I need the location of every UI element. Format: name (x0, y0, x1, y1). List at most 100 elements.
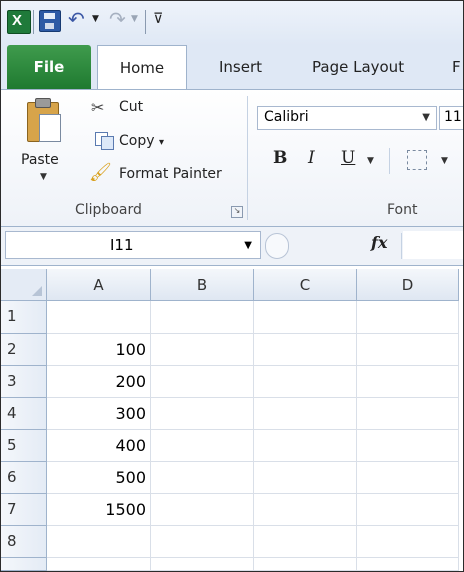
paste-dropdown-icon[interactable]: ▼ (40, 172, 47, 182)
cell-c2[interactable] (254, 334, 357, 366)
tab-page-layout[interactable]: Page Layout (312, 45, 404, 89)
column-header[interactable]: B (151, 269, 254, 301)
underline-dropdown-icon[interactable]: ▼ (367, 156, 374, 166)
cell-d8[interactable] (357, 526, 459, 558)
tab-formulas[interactable]: F (452, 45, 461, 89)
cell-a9[interactable] (47, 558, 151, 571)
cell-a5[interactable]: 400 (47, 430, 151, 462)
ribbon-home: Paste ▼ ✂ Cut Copy ▾ 🖌 Format Painter Cl… (1, 89, 463, 227)
underline-button[interactable]: U (341, 148, 355, 168)
cell-c1[interactable] (254, 301, 357, 334)
font-name-select[interactable]: Calibri ▼ (257, 106, 437, 130)
row-header[interactable]: 7 (1, 494, 47, 526)
excel-icon[interactable] (7, 10, 31, 34)
copy-icon[interactable] (95, 132, 114, 150)
cell-d7[interactable] (357, 494, 459, 526)
cell-c7[interactable] (254, 494, 357, 526)
cell-b5[interactable] (151, 430, 254, 462)
cell-c5[interactable] (254, 430, 357, 462)
borders-dropdown-icon[interactable]: ▼ (441, 156, 448, 166)
cell-d2[interactable] (357, 334, 459, 366)
undo-icon[interactable]: ↶ (68, 7, 85, 31)
cell-b1[interactable] (151, 301, 254, 334)
clipboard-dialog-launcher-icon[interactable]: ↘ (231, 206, 243, 218)
row-header[interactable]: 8 (1, 526, 47, 558)
row-header[interactable]: 1 (1, 301, 47, 334)
qat-separator (145, 10, 146, 34)
worksheet-grid: A B C D 1 2 3 4 5 6 7 8 100 200 300 400 … (1, 269, 463, 571)
font-size-select[interactable]: 11 (439, 106, 463, 130)
insert-function-icon[interactable]: fx (371, 233, 387, 252)
row-header[interactable]: 6 (1, 462, 47, 494)
bold-button[interactable]: B (273, 148, 287, 168)
row-header[interactable]: 4 (1, 398, 47, 430)
cell-b3[interactable] (151, 366, 254, 398)
cell-d6[interactable] (357, 462, 459, 494)
cell-b4[interactable] (151, 398, 254, 430)
cell-c8[interactable] (254, 526, 357, 558)
row-header[interactable]: 2 (1, 334, 47, 366)
copy-button[interactable]: Copy ▾ (119, 133, 164, 149)
cell-d4[interactable] (357, 398, 459, 430)
cut-icon[interactable]: ✂ (91, 98, 109, 117)
paste-button[interactable]: Paste (21, 152, 59, 168)
customize-qat-icon[interactable]: ⊽ (153, 11, 163, 27)
name-box[interactable]: I11 ▼ (5, 231, 261, 259)
ribbon-group-separator (247, 96, 248, 220)
cell-a3[interactable]: 200 (47, 366, 151, 398)
cell-a8[interactable] (47, 526, 151, 558)
tab-insert[interactable]: Insert (219, 45, 262, 89)
font-size-value: 11 (444, 109, 462, 125)
cell-b9[interactable] (151, 558, 254, 571)
format-painter-icon[interactable]: 🖌 (89, 162, 112, 183)
cell-b2[interactable] (151, 334, 254, 366)
cell-a2[interactable]: 100 (47, 334, 151, 366)
format-painter-button[interactable]: Format Painter (119, 166, 222, 182)
tab-home[interactable]: Home (97, 45, 187, 89)
tab-file[interactable]: File (7, 45, 91, 89)
redo-icon[interactable]: ↷ (109, 7, 126, 31)
cell-d9[interactable] (357, 558, 459, 571)
redo-dropdown-icon[interactable]: ▼ (131, 14, 138, 24)
column-header[interactable]: C (254, 269, 357, 301)
select-all-button[interactable] (1, 269, 47, 301)
formula-bar: I11 ▼ fx (1, 227, 463, 266)
font-separator (389, 148, 390, 174)
cell-a4[interactable]: 300 (47, 398, 151, 430)
cell-c3[interactable] (254, 366, 357, 398)
undo-dropdown-icon[interactable]: ▼ (92, 14, 99, 24)
row-header[interactable] (1, 558, 47, 571)
cell-d3[interactable] (357, 366, 459, 398)
cell-c9[interactable] (254, 558, 357, 571)
cell-a6[interactable]: 500 (47, 462, 151, 494)
cell-b7[interactable] (151, 494, 254, 526)
font-name-dropdown-icon[interactable]: ▼ (422, 112, 430, 123)
paste-sheet-icon (39, 114, 61, 142)
row-header[interactable]: 3 (1, 366, 47, 398)
borders-icon[interactable] (407, 150, 427, 170)
italic-button[interactable]: I (308, 148, 315, 168)
copy-dropdown-icon[interactable]: ▾ (159, 137, 164, 148)
name-box-dropdown-icon[interactable]: ▼ (244, 240, 252, 251)
cell-b8[interactable] (151, 526, 254, 558)
quick-access-toolbar: ↶ ▼ ↷ ▼ ⊽ (1, 1, 463, 45)
save-icon[interactable] (39, 10, 61, 32)
column-header[interactable]: D (357, 269, 459, 301)
cut-button[interactable]: Cut (119, 99, 143, 115)
cell-a1[interactable] (47, 301, 151, 334)
formula-input[interactable] (403, 231, 463, 259)
excel-window: ↶ ▼ ↷ ▼ ⊽ File Home Insert Page Layout F… (0, 0, 464, 572)
cell-b6[interactable] (151, 462, 254, 494)
cell-c6[interactable] (254, 462, 357, 494)
cell-d5[interactable] (357, 430, 459, 462)
formula-separator (401, 233, 402, 259)
qat-separator (33, 10, 34, 34)
row-header[interactable]: 5 (1, 430, 47, 462)
paste-icon[interactable] (23, 96, 63, 142)
cell-c4[interactable] (254, 398, 357, 430)
cell-d1[interactable] (357, 301, 459, 334)
column-header[interactable]: A (47, 269, 151, 301)
formula-bar-resize-handle[interactable] (265, 233, 289, 259)
cell-a7[interactable]: 1500 (47, 494, 151, 526)
name-box-value: I11 (110, 236, 134, 254)
